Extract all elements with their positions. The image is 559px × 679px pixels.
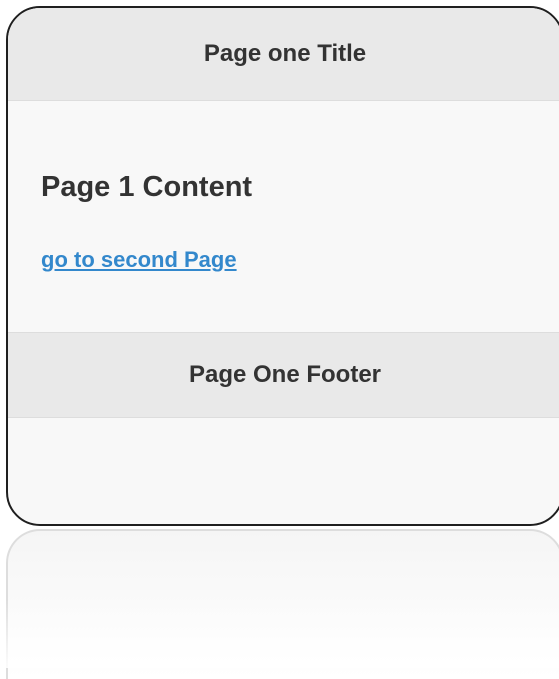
reflection-fade — [0, 600, 559, 668]
footer-title: Page One Footer — [188, 361, 382, 388]
page-title: Page one Title — [203, 40, 367, 67]
device-frame: Page one Title Page 1 Content go to seco… — [6, 6, 559, 526]
page-content: Page 1 Content go to second Page — [8, 101, 559, 332]
page-footer: Page One Footer — [8, 332, 559, 418]
page-header: Page one Title — [8, 8, 559, 101]
content-heading: Page 1 Content — [41, 171, 253, 203]
second-page-link[interactable]: go to second Page — [41, 247, 237, 273]
